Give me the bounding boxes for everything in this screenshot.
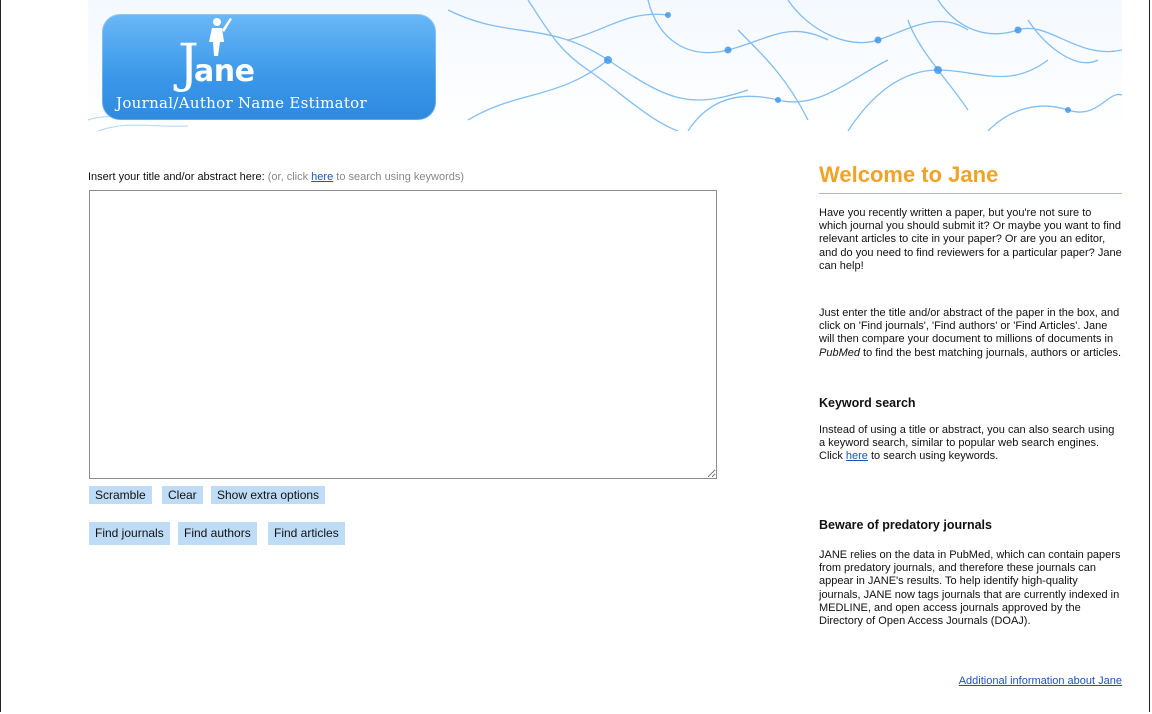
welcome-sidebar: Welcome to Jane Have you recently writte… (819, 160, 1122, 687)
clear-button[interactable]: Clear (162, 486, 203, 504)
find-articles-button[interactable]: Find articles (268, 522, 345, 545)
predatory-journals-heading: Beware of predatory journals (819, 518, 992, 532)
pubmed-emphasis: PubMed (819, 346, 860, 359)
logo-subtitle: Journal/Author Name Estimator (116, 94, 367, 112)
keyword-search-link[interactable]: here (311, 171, 333, 183)
scramble-button[interactable]: Scramble (89, 486, 152, 504)
hint-prefix: (or, click (267, 171, 309, 183)
header-banner: J ane Journal/Author Name Estimator (88, 0, 1122, 131)
keyword-text-end: to search using keywords. (871, 450, 999, 463)
additional-information-link[interactable]: Additional information about Jane (959, 675, 1122, 688)
show-extra-options-button[interactable]: Show extra options (211, 486, 326, 504)
instructions-text: Just enter the title and/or abstract of … (819, 307, 1120, 346)
intro-paragraph: Have you recently written a paper, but y… (819, 207, 1122, 272)
logo-text-ane: ane (194, 54, 255, 89)
predatory-paragraph: JANE relies on the data in PubMed, which… (819, 549, 1121, 628)
jane-logo[interactable]: J ane Journal/Author Name Estimator (102, 14, 436, 120)
find-authors-button[interactable]: Find authors (178, 522, 257, 545)
find-journals-button[interactable]: Find journals (89, 522, 170, 545)
insert-label-text: Insert your title and/or abstract here: (88, 171, 265, 183)
keyword-paragraph: Instead of using a title or abstract, yo… (819, 424, 1122, 464)
abstract-textarea[interactable] (89, 190, 717, 479)
keyword-hint: (or, click here to search using keywords… (268, 171, 464, 183)
keyword-search-link-sidebar[interactable]: here (846, 450, 868, 462)
hint-suffix: to search using keywords) (336, 171, 465, 183)
abstract-input-label: Insert your title and/or abstract here: … (88, 171, 464, 183)
instructions-text-end: to find the best matching journals, auth… (863, 346, 1122, 359)
instructions-paragraph: Just enter the title and/or abstract of … (819, 307, 1122, 360)
welcome-title: Welcome to Jane (819, 160, 1122, 194)
keyword-search-heading: Keyword search (819, 396, 916, 410)
